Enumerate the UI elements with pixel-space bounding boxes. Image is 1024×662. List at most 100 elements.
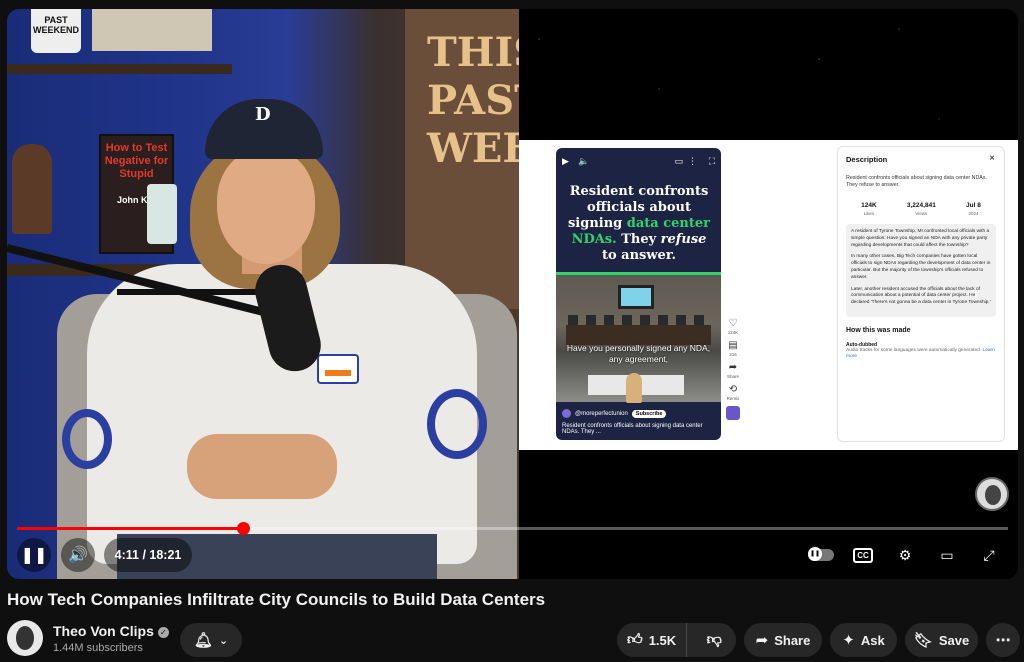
- like-dislike-group: 👍︎ 1.5K 👎︎: [617, 623, 736, 657]
- bookmark-icon: 🔖︎: [913, 632, 933, 649]
- short-meeting-photo: Have you personally signed any NDA, any …: [556, 272, 721, 403]
- channel-watermark[interactable]: [975, 477, 1009, 511]
- more-icon: ⋯: [995, 632, 1011, 649]
- stat-date: Jul 8 2024: [966, 202, 981, 216]
- ask-button[interactable]: ✦ Ask: [830, 623, 897, 657]
- remix-icon: ⟲: [728, 384, 738, 395]
- short-handle: @moreperfectunion: [575, 410, 628, 417]
- podcast-scene: PAST WEEKEND How to Test Negative for St…: [7, 9, 519, 579]
- video-title: How Tech Companies Infiltrate City Counc…: [7, 590, 546, 609]
- short-bottom: @moreperfectunion Subscribe Resident con…: [556, 405, 721, 440]
- short-thumbnail: [726, 406, 740, 420]
- dislike-button[interactable]: 👎︎: [693, 623, 736, 657]
- short-remix-label: Remix: [726, 396, 740, 401]
- show-sign-text: THIS PAST WEEK: [427, 29, 519, 172]
- cc-icon: CC: [853, 547, 873, 563]
- description-paragraph: In many other cases, Big Tech companies …: [851, 254, 991, 280]
- progress-played: [17, 527, 243, 530]
- embedded-short: ▶ 🔈 ▭ ⋮ ⛶ Resident confronts officials a…: [556, 148, 721, 440]
- volume-icon: 🔈: [578, 156, 590, 166]
- save-button[interactable]: 🔖︎ Save: [905, 623, 978, 657]
- shelf-books: [92, 9, 212, 51]
- youtube-watch-page: PAST WEEKEND How to Test Negative for St…: [0, 0, 1024, 662]
- description-body: A resident of Tyrone Township, MI confro…: [846, 224, 996, 317]
- short-caption: Have you personally signed any NDA, any …: [566, 343, 711, 364]
- figurine: [12, 144, 52, 234]
- verified-check-icon: ✓: [157, 626, 169, 638]
- miniplayer-button[interactable]: ▭: [934, 542, 960, 568]
- share-icon: ➦: [728, 362, 738, 373]
- face: [217, 149, 315, 264]
- gear-icon: ⚙: [898, 546, 912, 563]
- mic-arm: [117, 289, 267, 295]
- like-count: 1.5K: [648, 632, 677, 648]
- fullscreen-button[interactable]: ⤢: [976, 542, 1002, 568]
- how-made-heading: How this was made: [846, 326, 911, 334]
- description-title: Description: [846, 155, 888, 164]
- notifications-button[interactable]: 🔔︎ ⌄: [180, 623, 242, 657]
- right-controls: CC ⚙ ▭ ⤢: [808, 538, 1002, 572]
- share-label: Share: [774, 632, 811, 648]
- meeting-desk: [566, 325, 711, 345]
- fullscreen-icon: ⤢: [983, 546, 995, 563]
- fullscreen-icon: ⛶: [708, 156, 715, 166]
- progress-bar[interactable]: [17, 522, 1008, 535]
- bell-icon: 🔔︎: [193, 632, 213, 649]
- comment-icon: ▤: [728, 340, 738, 351]
- short-top-bar: ▶ 🔈 ▭ ⋮ ⛶: [562, 156, 715, 168]
- auto-dubbed-desc: Audio tracks for some languages were aut…: [846, 347, 995, 360]
- short-like-count: 124K: [727, 330, 739, 335]
- stat-likes: 124K Likes: [861, 202, 877, 216]
- mug: PAST WEEKEND: [31, 9, 81, 53]
- short-channel-avatar: [562, 409, 571, 418]
- channel-avatar[interactable]: [7, 620, 43, 656]
- settings-button[interactable]: ⚙: [892, 542, 918, 568]
- description-stats: 124K Likes 3,224,841 Views Jul 8 2024: [846, 202, 996, 216]
- share-button[interactable]: ➦ Share: [744, 623, 822, 657]
- thumbs-up-icon: 👍︎: [627, 631, 643, 648]
- stat-views: 3,224,841 Views: [906, 202, 936, 216]
- heart-icon: ♡: [728, 318, 738, 329]
- sleeve-print: [62, 409, 112, 469]
- short-comment-count: 216: [729, 352, 737, 357]
- theater-icon: ▭: [940, 546, 954, 563]
- channel-name[interactable]: Theo Von Clips ✓: [53, 623, 169, 639]
- shirt-patch: [317, 354, 359, 384]
- video-player[interactable]: PAST WEEKEND How to Test Negative for St…: [7, 9, 1018, 579]
- short-bottom-text: Resident confronts officials about signi…: [562, 423, 703, 435]
- autoplay-switch-icon: [808, 547, 834, 561]
- pause-button[interactable]: ❚❚: [17, 538, 51, 572]
- description-paragraph: A resident of Tyrone Township, MI confro…: [851, 229, 990, 248]
- screen-share: ▶ 🔈 ▭ ⋮ ⛶ Resident confronts officials a…: [519, 9, 1018, 579]
- captions-icon: ▭: [674, 156, 683, 166]
- short-subscribe-button: Subscribe: [631, 409, 667, 418]
- short-headline: Resident confronts officials about signi…: [567, 184, 711, 263]
- short-side-actions: ♡ 124K ▤ 216 ➦ Share ⟲ Remix: [725, 318, 741, 420]
- sleeve-print: [427, 389, 487, 459]
- like-button[interactable]: 👍︎ 1.5K: [617, 623, 687, 657]
- save-label: Save: [938, 632, 970, 648]
- description-panel: Description × Resident confronts officia…: [837, 146, 1005, 442]
- scrubber-handle[interactable]: [236, 522, 250, 535]
- thumbs-down-icon: 👎︎: [706, 631, 722, 648]
- shared-webpage: ▶ 🔈 ▭ ⋮ ⛶ Resident confronts officials a…: [519, 140, 1018, 450]
- short-share-label: Share: [726, 374, 739, 379]
- sparkle-icon: ✦: [842, 632, 855, 649]
- chevron-down-icon: ⌄: [218, 634, 229, 647]
- resident: [626, 373, 642, 403]
- can: [147, 184, 177, 244]
- time-display: 4:11 / 18:21: [104, 538, 192, 572]
- subscriber-count: 1.44M subscribers: [53, 642, 143, 654]
- shelf: [7, 64, 232, 74]
- description-summary: Resident confronts officials about signi…: [846, 175, 987, 188]
- autoplay-toggle[interactable]: [808, 542, 834, 568]
- pause-icon: ❚❚: [20, 547, 48, 564]
- volume-button[interactable]: 🔊: [61, 538, 95, 572]
- meeting-tv: [618, 285, 654, 309]
- play-icon: ▶: [562, 156, 569, 166]
- more-actions-button[interactable]: ⋯: [986, 623, 1020, 657]
- volume-icon: 🔊: [68, 547, 88, 564]
- more-icon: ⋮: [688, 156, 697, 166]
- captions-button[interactable]: CC: [850, 542, 876, 568]
- ask-label: Ask: [860, 632, 885, 648]
